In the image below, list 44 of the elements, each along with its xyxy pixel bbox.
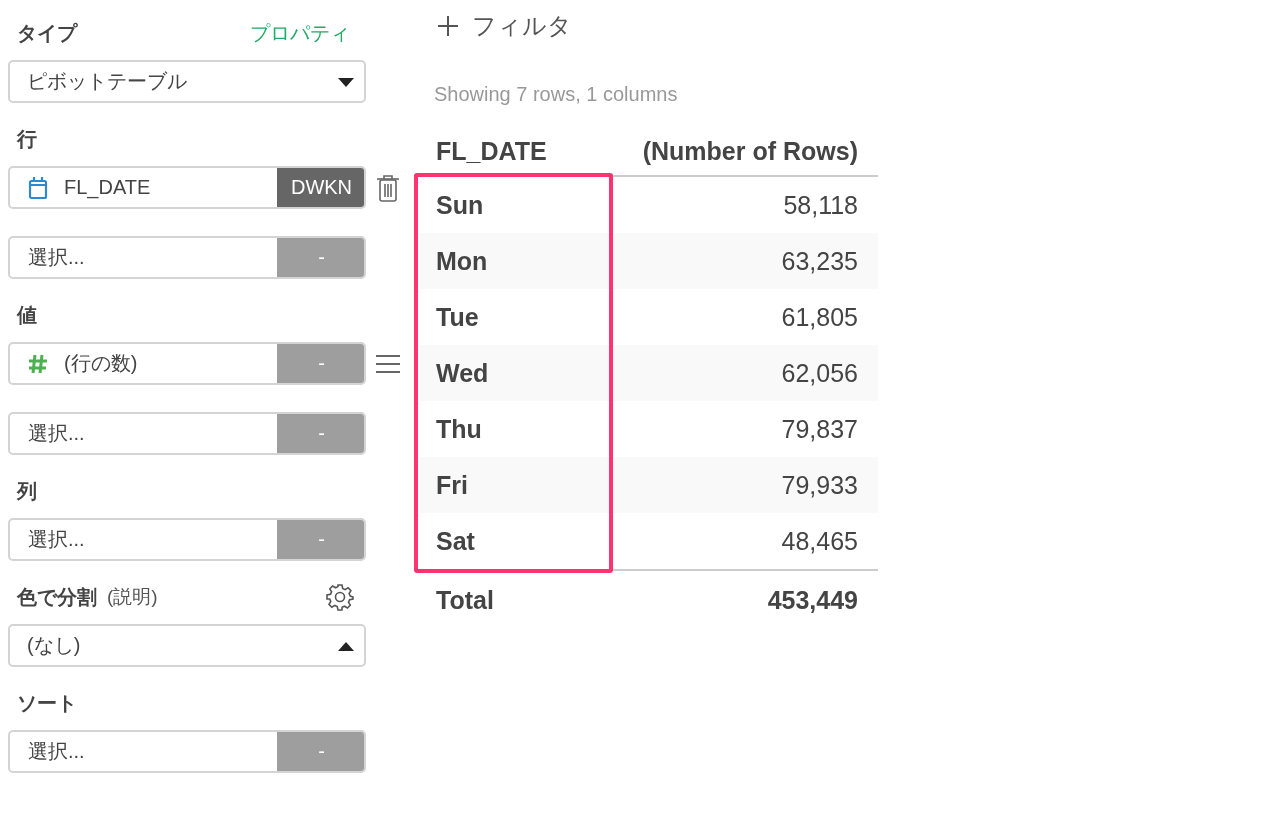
- total-label: Total: [435, 585, 495, 615]
- table-cell-text: 58,118: [782, 190, 859, 220]
- add-filter-button[interactable]: フィルタ: [438, 10, 572, 42]
- table-cell-text: 79,933: [780, 470, 859, 500]
- row-label: Thu: [435, 414, 483, 444]
- table-cell-text: 79,837: [780, 414, 859, 444]
- caret-icon: [338, 640, 354, 651]
- row-label: Mon: [435, 246, 489, 276]
- section-title: 行: [15, 126, 37, 152]
- column-field[interactable]: 選択... -: [8, 518, 366, 561]
- row-label: Tue: [435, 302, 480, 332]
- row-label: Fri: [435, 470, 469, 500]
- row-label: Wed: [435, 358, 490, 388]
- dropdown[interactable]: ピボットテーブル: [8, 60, 366, 103]
- help-link[interactable]: (説明): [107, 584, 158, 610]
- table-cell-text: 63,235: [780, 246, 859, 276]
- table-cell-text: 62,056: [780, 358, 859, 388]
- settings-icon[interactable]: [326, 583, 354, 611]
- menu-icon[interactable]: [375, 352, 401, 375]
- plus-icon: [438, 16, 458, 36]
- column-field[interactable]: FL_DATE DWKN: [8, 166, 366, 209]
- row-label: Sat: [435, 526, 476, 556]
- column-header: (Number of Rows): [641, 136, 859, 166]
- column-field[interactable]: 選択... -: [8, 730, 366, 773]
- table-cell-text: 61,805: [780, 302, 859, 332]
- column-field[interactable]: (行の数) -: [8, 342, 366, 385]
- row-label: Sun: [435, 190, 485, 220]
- column-header: FL_DATE: [435, 136, 548, 166]
- section-title: タイプ: [16, 20, 77, 46]
- section-title: ソート: [16, 690, 77, 716]
- trash-icon[interactable]: [376, 173, 400, 202]
- row-count-text: Showing 7 rows, 1 columns: [434, 83, 679, 107]
- section-title: 列: [15, 478, 37, 504]
- dropdown[interactable]: (なし): [8, 624, 366, 667]
- column-field[interactable]: 選択... -: [8, 412, 366, 455]
- aggregation-button[interactable]: DWKN: [277, 168, 364, 207]
- table-cell-text: 48,465: [780, 526, 859, 556]
- column-field[interactable]: 選択... -: [8, 236, 366, 279]
- hash-icon: [28, 352, 48, 375]
- total-value: 453,449: [766, 585, 859, 615]
- calendar-icon: [28, 175, 48, 200]
- section-title: 値: [16, 302, 37, 328]
- caret-icon: [338, 76, 354, 87]
- section-title: 色で分割: [15, 584, 97, 610]
